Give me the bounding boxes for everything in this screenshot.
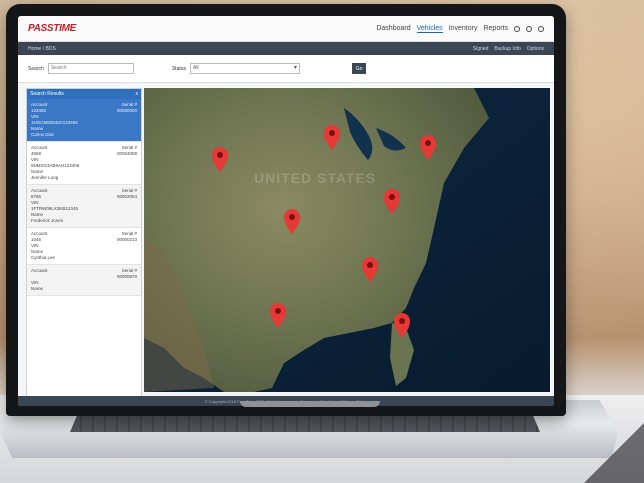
list-item[interactable]: Account Serial #8765 00002054 VIN 1FTRW08LX3… [27, 185, 141, 228]
nav-inventory[interactable]: Inventory [449, 25, 478, 32]
laptop-lid: PASSTIME Dashboard Vehicles Inventory Re… [6, 4, 566, 416]
settings-icon[interactable] [514, 25, 520, 32]
backup-info-link[interactable]: Backup Info [494, 46, 520, 52]
list-item-row: Jennifer Long [31, 175, 137, 181]
list-item-field: Cynthia Lee [31, 255, 56, 260]
app-logo[interactable]: PASSTIME [28, 23, 76, 34]
list-item-field: 00004008 [116, 151, 137, 156]
help-icon[interactable] [538, 25, 544, 32]
breadcrumb-bar: Home / BDS Signed Backup Info Options [18, 42, 554, 55]
go-button[interactable]: Go [352, 63, 367, 74]
list-item[interactable]: Account Serial #00000870 VIN Name [27, 265, 141, 296]
list-item-field: 00000213 [116, 237, 137, 242]
map-watermark: UNITED STATES [254, 170, 376, 186]
results-panel-title: Search Results [30, 91, 64, 97]
nav-vehicles[interactable]: Vehicles [416, 25, 443, 33]
map-svg: UNITED STATES [144, 88, 550, 392]
results-list: Account Serial #123456 00000000 VIN 1HGCM826… [27, 99, 141, 296]
list-item-row: Carlos Diaz [31, 132, 137, 138]
nav-dashboard[interactable]: Dashboard [376, 25, 410, 32]
logo-suffix: TIME [53, 23, 76, 34]
options-link[interactable]: Options [527, 46, 544, 52]
list-item-row: Name [31, 286, 137, 292]
main-nav: Dashboard Vehicles Inventory Reports [376, 25, 544, 33]
list-item[interactable]: Account Serial #1045 00000213 VIN Name Cynthi… [27, 228, 141, 265]
list-item-field: Carlos Diaz [31, 132, 55, 137]
list-item-row: Cynthia Lee [31, 255, 137, 261]
list-item-row: Frederick Jones [31, 218, 137, 224]
list-item-field: Account [31, 268, 48, 273]
list-item-field: Jennifer Long [31, 175, 59, 180]
results-panel-header: Search Results x [27, 89, 141, 99]
results-panel: Search Results x Account Serial #123456 00… [26, 88, 142, 406]
laptop-hinge [240, 401, 380, 407]
app-header: PASSTIME Dashboard Vehicles Inventory Re… [18, 16, 554, 42]
logo-prefix: PASS [28, 23, 54, 34]
list-item[interactable]: Account Serial #123456 00000000 VIN 1HGCM826… [27, 99, 141, 142]
filter-bar: Search Search Status All Go [18, 55, 554, 83]
map-view[interactable]: UNITED STATES [144, 88, 550, 392]
laptop-screen: PASSTIME Dashboard Vehicles Inventory Re… [18, 16, 554, 406]
search-label: Search [28, 65, 44, 72]
breadcrumb[interactable]: Home / BDS [28, 46, 56, 52]
list-item[interactable]: Account Serial #4568 00004008 VIN 5NMSG3AB9A… [27, 142, 141, 185]
list-item-field: Name [31, 286, 44, 291]
list-item-field: 00002054 [116, 194, 137, 199]
nav-reports[interactable]: Reports [483, 25, 508, 32]
list-item-field: 00000000 [116, 108, 137, 113]
list-item-field: Frederick Jones [31, 218, 64, 223]
user-icon[interactable] [526, 25, 532, 32]
status-select[interactable]: All [190, 63, 301, 74]
list-item-field: 00000870 [116, 274, 137, 279]
status-label: Status [171, 65, 187, 72]
signed-link[interactable]: Signed [473, 46, 489, 52]
search-input[interactable]: Search [47, 63, 134, 74]
close-icon[interactable]: x [136, 91, 139, 97]
